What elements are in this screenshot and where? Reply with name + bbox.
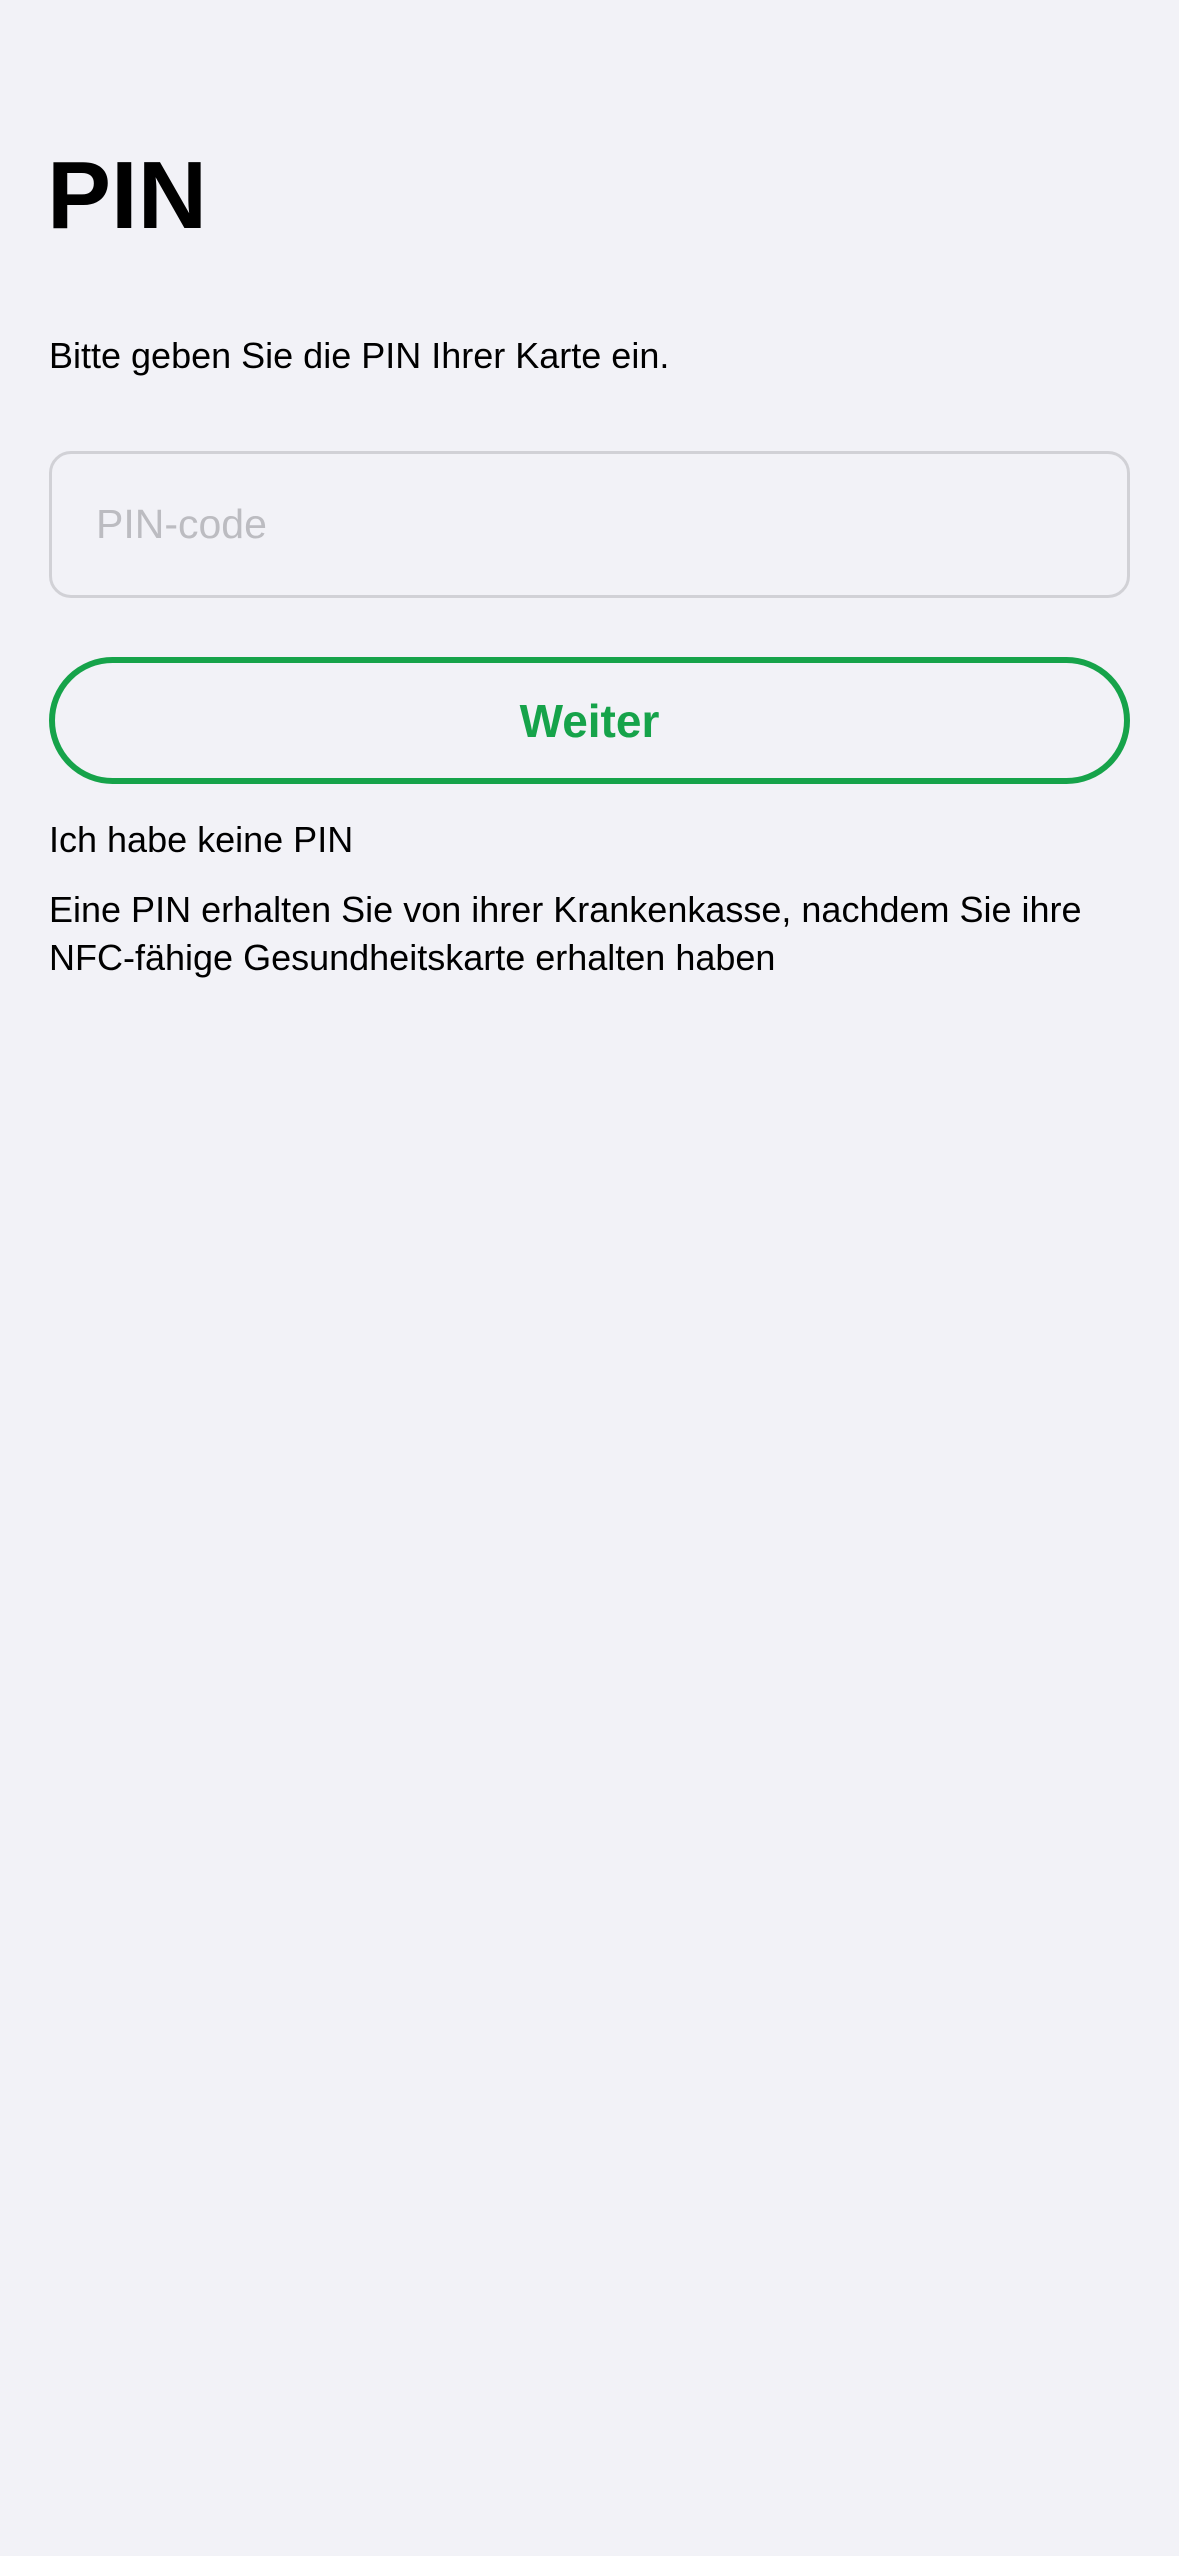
- no-pin-info-text: Eine PIN erhalten Sie von ihrer Krankenk…: [49, 889, 1082, 978]
- no-pin-link[interactable]: Ich habe keine PIN: [49, 818, 353, 862]
- page-title: PIN: [47, 142, 208, 249]
- pin-input[interactable]: [49, 451, 1130, 598]
- pin-entry-screen: PIN Bitte geben Sie die PIN Ihrer Karte …: [0, 0, 1179, 2556]
- continue-button[interactable]: Weiter: [49, 657, 1130, 784]
- instruction-text: Bitte geben Sie die PIN Ihrer Karte ein.: [49, 335, 670, 376]
